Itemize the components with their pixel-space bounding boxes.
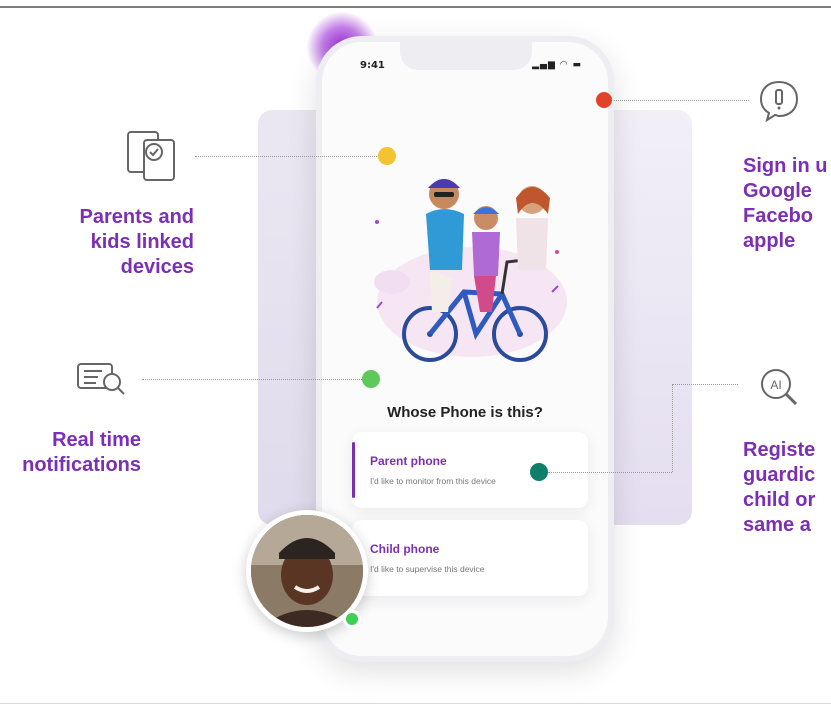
feature-line: Facebo [743, 205, 814, 227]
feature-line: guardic [743, 464, 816, 486]
wifi-icon: ◠ [559, 60, 569, 70]
connector-line-notifications [142, 379, 362, 380]
feature-register: Registe guardic child or same a [743, 438, 831, 538]
feature-line: devices [120, 256, 194, 278]
connector-line-register-top [672, 384, 738, 385]
feature-line: Parents and [79, 206, 194, 228]
feature-linked-devices: Parents and kids linked devices [20, 205, 194, 280]
feature-line: notifications [22, 454, 141, 476]
feature-line: Sign in u [743, 155, 828, 177]
feature-sign-in: Sign in u Google Facebo apple [743, 154, 831, 254]
notification-list-search-icon [77, 363, 125, 395]
signal-icon: ▂▄▆ [532, 60, 556, 70]
connector-line-linked [195, 156, 377, 157]
connector-line-register-v [672, 384, 673, 472]
linked-devices-icon [127, 131, 175, 181]
battery-icon: ▬ [572, 60, 582, 70]
feature-notifications: Real time notifications [0, 428, 141, 478]
connector-dot-teal [530, 463, 548, 481]
ai-search-icon: AI [761, 369, 798, 406]
family-bike-illustration [374, 179, 567, 362]
feature-line: same a [743, 514, 811, 536]
connector-dot-red [596, 92, 612, 108]
status-icons: ▂▄▆ ◠ ▬ [532, 60, 582, 70]
feature-line: kids linked [90, 231, 194, 253]
feature-line: apple [743, 230, 796, 252]
option-subtitle: I'd like to supervise this device [370, 564, 485, 574]
online-status-dot [343, 610, 361, 628]
feature-line: Real time [52, 429, 141, 451]
feature-line: child or [743, 489, 816, 511]
question-heading: Whose Phone is this? [387, 404, 543, 421]
selected-indicator [352, 442, 355, 498]
option-subtitle: I'd like to monitor from this device [370, 476, 496, 486]
person-photo [251, 515, 363, 627]
feature-line: Google [743, 180, 812, 202]
child-phone-option[interactable]: Child phone I'd like to supervise this d… [352, 520, 588, 596]
option-title: Parent phone [370, 454, 447, 468]
phone-notch [400, 40, 532, 70]
connector-dot-yellow [378, 147, 396, 165]
option-title: Child phone [370, 542, 440, 556]
bottom-divider [0, 703, 831, 704]
status-time: 9:41 [360, 60, 385, 71]
top-divider [0, 6, 831, 8]
parent-phone-option[interactable]: Parent phone I'd like to monitor from th… [352, 432, 588, 508]
security-alert-bubble-icon [759, 80, 799, 123]
feature-line: Registe [743, 439, 816, 461]
connector-line-register-h [548, 472, 672, 473]
connector-line-sign-in [614, 100, 749, 101]
connector-dot-green [362, 370, 380, 388]
ai-label: AI [770, 378, 781, 392]
